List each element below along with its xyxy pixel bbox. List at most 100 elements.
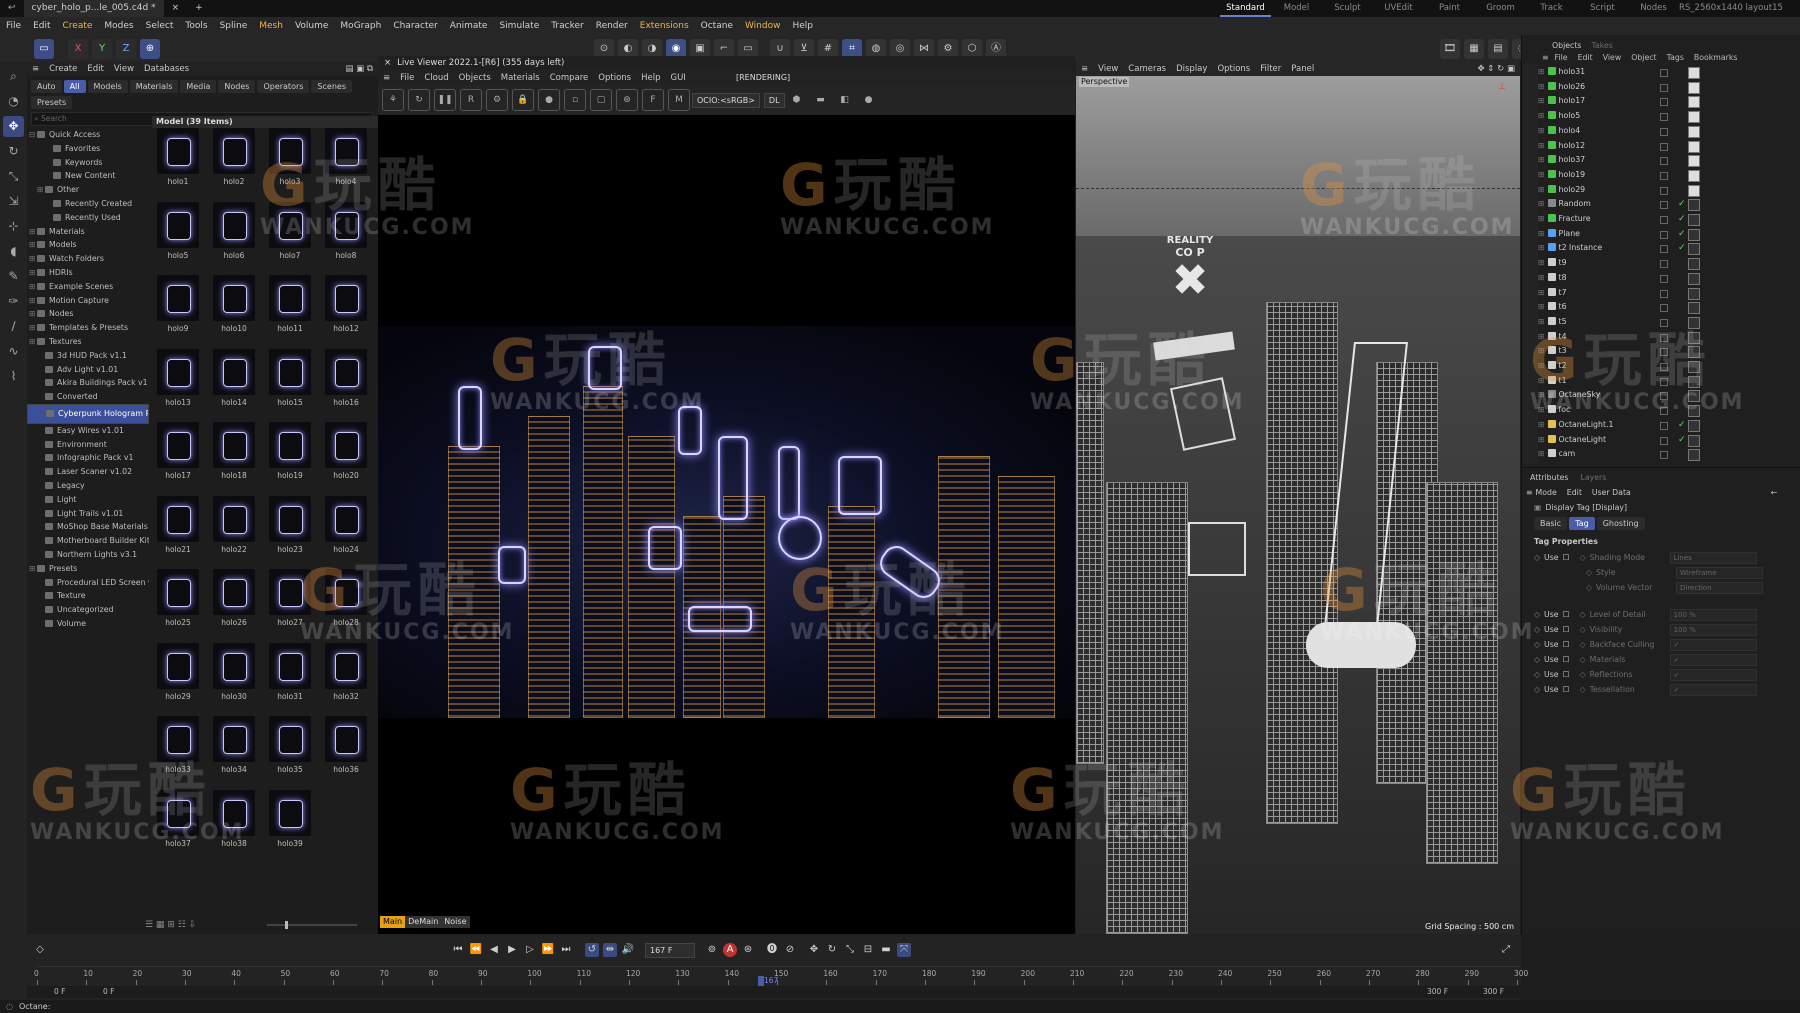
row-expand-icon[interactable]: ⊞ <box>1538 346 1545 355</box>
row-expand-icon[interactable]: ⊞ <box>1538 449 1545 458</box>
asset-item[interactable]: holo13 <box>152 348 204 415</box>
use-checkbox[interactable]: ☐ <box>1563 652 1570 667</box>
tag-icon[interactable] <box>1688 228 1700 241</box>
browser-menu-view[interactable]: View <box>109 62 139 76</box>
paint-icon[interactable]: ✑ <box>3 291 24 312</box>
tree-item[interactable]: ⊟ Quick Access <box>27 128 149 142</box>
asset-item[interactable]: holo5 <box>152 201 204 268</box>
viewport-menu-display[interactable]: Display <box>1171 62 1212 76</box>
filter-operators[interactable]: Operators <box>257 80 310 93</box>
filter-media[interactable]: Media <box>180 80 217 93</box>
previous-key-icon[interactable]: ⏪ <box>469 943 483 957</box>
tree-item[interactable]: Keywords <box>27 156 149 170</box>
asset-item[interactable]: holo29 <box>152 642 204 709</box>
tree-item[interactable]: Adv Light v1.01 <box>27 363 149 377</box>
subtab-ghosting[interactable]: Ghosting <box>1596 517 1645 530</box>
presets-button[interactable]: Presets <box>31 96 73 109</box>
row-expand-icon[interactable]: ⊞ <box>1538 420 1545 429</box>
asset-item[interactable]: holo36 <box>320 716 372 782</box>
object-row[interactable]: ⊞ t1 <box>1538 374 1800 389</box>
viewport-menu-panel[interactable]: Panel <box>1286 62 1319 76</box>
asset-item[interactable]: holo34 <box>208 716 260 782</box>
viewport-menu-cameras[interactable]: Cameras <box>1123 62 1171 76</box>
menu-volume[interactable]: Volume <box>289 17 334 35</box>
asset-item[interactable]: holo37 <box>152 789 204 856</box>
tag-icon[interactable] <box>1688 111 1700 124</box>
tag-icon[interactable] <box>1688 140 1700 153</box>
subtab-basic[interactable]: Basic <box>1534 517 1568 530</box>
visibility-toggle[interactable] <box>1660 186 1668 195</box>
visibility-toggle[interactable] <box>1660 230 1668 239</box>
visibility-toggle[interactable] <box>1660 171 1668 180</box>
object-row[interactable]: ⊞ t2 Instance ✓ <box>1538 241 1800 256</box>
filter-auto[interactable]: Auto <box>31 80 62 93</box>
asset-item[interactable]: holo26 <box>208 569 260 635</box>
tag-icon[interactable] <box>1688 214 1700 226</box>
object-row[interactable]: ⊞ t4 <box>1538 330 1800 345</box>
filter-scenes[interactable]: Scenes <box>311 80 352 93</box>
tag-icon[interactable] <box>1688 258 1700 271</box>
asset-item[interactable]: holo33 <box>152 716 204 782</box>
layout-tab[interactable]: Groom <box>1475 0 1526 17</box>
keyframe-icon[interactable]: ◇ <box>1534 652 1540 667</box>
compare-icon[interactable]: ◧ <box>835 90 855 110</box>
tag-icon[interactable] <box>1688 184 1700 197</box>
point-level-icon[interactable]: ⤧ <box>897 943 911 957</box>
row-expand-icon[interactable]: ⊞ <box>1538 170 1545 179</box>
list-view-icon[interactable]: ☰ ▦ ⊞ ☷ ⇩ <box>145 920 196 930</box>
sphere-icon[interactable]: ● <box>538 89 560 111</box>
tree-expand-icon[interactable]: ⊞ <box>29 252 37 266</box>
visibility-toggle[interactable] <box>1660 201 1668 210</box>
rotate-tool-icon[interactable]: ↻ <box>3 141 24 162</box>
tree-item[interactable]: MoShop Base Materials <box>27 520 149 534</box>
tree-item[interactable]: Volume <box>27 617 149 631</box>
asset-item[interactable]: holo11 <box>264 275 316 341</box>
tag-icon[interactable] <box>1688 331 1700 344</box>
tree-item[interactable]: ⊞ HDRIs <box>27 266 149 280</box>
object-menu-file[interactable]: File <box>1555 53 1568 62</box>
play-icon[interactable]: ▶ <box>505 943 519 957</box>
menu-simulate[interactable]: Simulate <box>493 17 545 35</box>
visibility-toggle[interactable] <box>1660 274 1668 283</box>
visibility-toggle[interactable] <box>1660 157 1668 166</box>
tag-icon[interactable] <box>1688 419 1700 432</box>
visibility-toggle[interactable] <box>1660 245 1668 254</box>
visibility-toggle[interactable] <box>1660 318 1668 327</box>
tree-item[interactable]: ⊞ Watch Folders <box>27 252 149 266</box>
layout-tab[interactable]: Model <box>1271 0 1322 17</box>
object-row[interactable]: ⊞ t3 <box>1538 344 1800 359</box>
row-expand-icon[interactable]: ⊞ <box>1538 405 1545 414</box>
enabled-check-icon[interactable]: ✓ <box>1678 433 1686 448</box>
spline-pen-icon[interactable]: ∿ <box>3 341 24 362</box>
tree-expand-icon[interactable]: ⊞ <box>29 225 37 239</box>
keyframe-icon[interactable]: ◇ <box>1534 550 1540 565</box>
asset-item[interactable]: holo7 <box>264 201 316 268</box>
asset-item[interactable]: holo32 <box>320 642 372 709</box>
viewport-menu-filter[interactable]: Filter <box>1255 62 1286 76</box>
motion-record-icon[interactable]: ⓿ <box>765 943 779 957</box>
asset-item[interactable]: holo30 <box>208 642 260 709</box>
selection-icon[interactable]: ◔ <box>3 91 24 112</box>
visibility-toggle[interactable] <box>1660 377 1668 386</box>
property-value[interactable]: 100 % <box>1669 608 1757 621</box>
row-expand-icon[interactable]: ⊞ <box>1538 390 1545 399</box>
pass-tab-demain[interactable]: DeMain <box>405 916 442 928</box>
next-key-icon[interactable]: ⏩ <box>541 943 555 957</box>
tree-item[interactable]: Light <box>27 493 149 507</box>
visibility-toggle[interactable] <box>1660 407 1668 416</box>
back-arrow-icon[interactable]: ← <box>1771 485 1778 500</box>
send-scene-icon[interactable]: ⚘ <box>382 89 404 111</box>
asset-item[interactable]: holo1 <box>152 128 204 194</box>
layout-tab[interactable]: Track <box>1526 0 1577 17</box>
layout-tab[interactable]: RS_2560x1440 layout15 <box>1679 0 1783 17</box>
preview-range-icon[interactable]: ⇹ <box>603 943 617 957</box>
key-position-icon[interactable]: ✥ <box>807 943 821 957</box>
autokey-icon[interactable]: A <box>723 943 737 957</box>
close-tab-icon[interactable]: × <box>164 0 188 17</box>
tag-icon[interactable] <box>1688 449 1700 462</box>
asset-item[interactable]: holo2 <box>208 128 260 194</box>
viewport-menu-options[interactable]: Options <box>1212 62 1255 76</box>
visibility-toggle[interactable] <box>1660 127 1668 136</box>
layout-tab[interactable]: Script <box>1577 0 1628 17</box>
scale-tool-icon[interactable]: ⤡ <box>3 166 24 187</box>
